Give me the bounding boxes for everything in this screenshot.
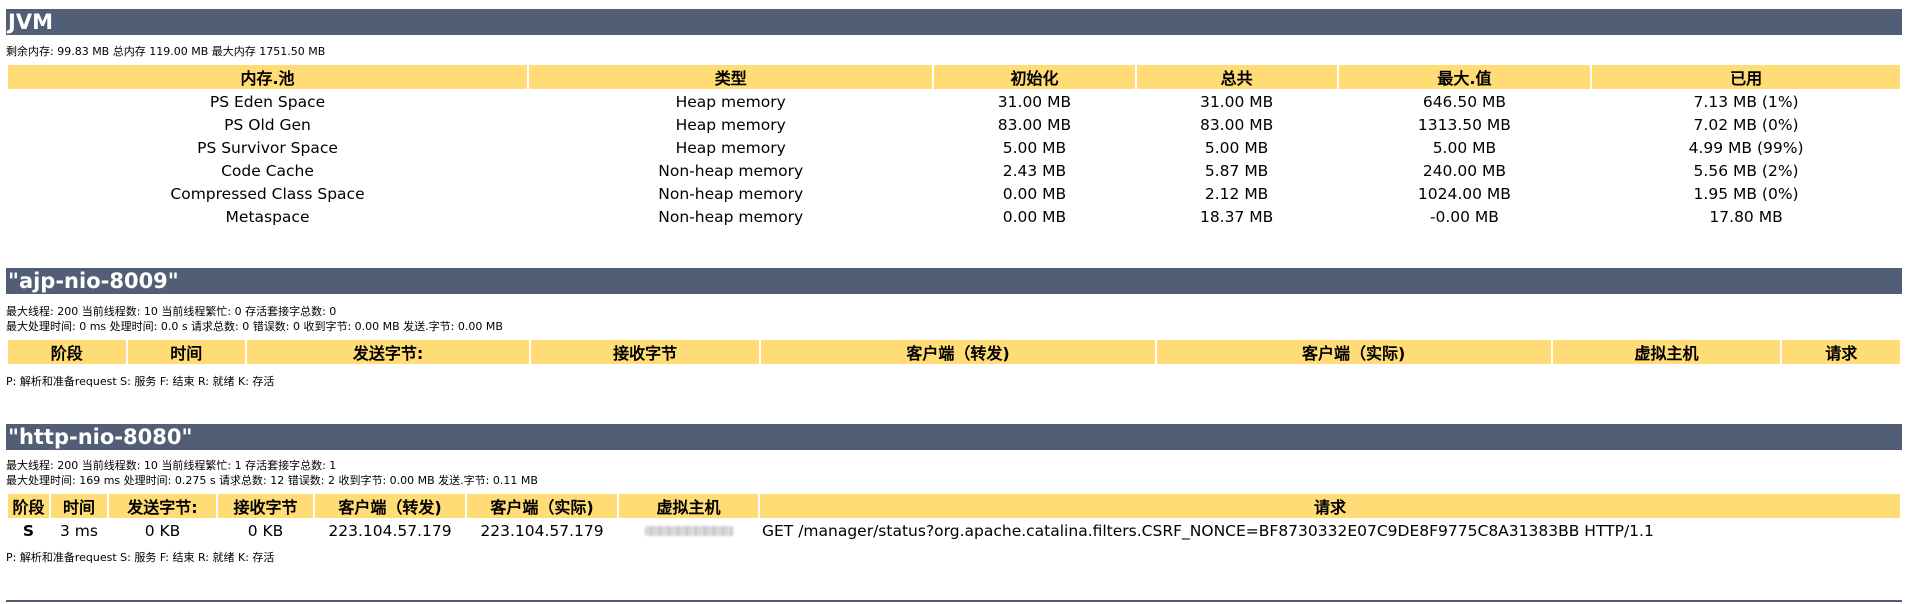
pool-name: PS Survivor Space bbox=[197, 138, 338, 157]
col-total: 总共 bbox=[1136, 65, 1337, 89]
pool-name: Compressed Class Space bbox=[170, 184, 365, 203]
pool-max: 646.50 MB bbox=[1422, 92, 1506, 111]
pool-total: 83.00 MB bbox=[1199, 115, 1274, 134]
col-bytes-received: 接收字节 bbox=[531, 340, 760, 364]
pool-type: Heap memory bbox=[675, 115, 786, 134]
pool-max: 1313.50 MB bbox=[1417, 115, 1511, 134]
memory-pool-header-row: 内存.池 类型 初始化 总共 最大.值 已用 bbox=[8, 65, 1900, 89]
pool-initial: 0.00 MB bbox=[1002, 207, 1067, 226]
bottom-divider bbox=[6, 600, 1902, 602]
col-maximum: 最大.值 bbox=[1338, 65, 1591, 89]
worker-bytes-received: 0 KB bbox=[247, 521, 284, 540]
pool-type: Non-heap memory bbox=[658, 161, 804, 180]
pool-name: PS Old Gen bbox=[224, 115, 311, 134]
pool-name: PS Eden Space bbox=[209, 92, 326, 111]
col-client-actual: 客户端（实际) bbox=[467, 494, 617, 518]
pool-type: Non-heap memory bbox=[658, 207, 804, 226]
pool-used: 5.56 MB (2%) bbox=[1693, 161, 1799, 180]
pool-max: -0.00 MB bbox=[1429, 207, 1499, 226]
pool-total: 5.87 MB bbox=[1204, 161, 1269, 180]
jvm-memory-summary: 剩余内存: 99.83 MB 总内存 119.00 MB 最大内存 1751.5… bbox=[6, 45, 326, 58]
pool-used: 1.95 MB (0%) bbox=[1693, 184, 1799, 203]
pool-max: 1024.00 MB bbox=[1417, 184, 1511, 203]
col-time: 时间 bbox=[51, 494, 107, 518]
redacted-host-image bbox=[644, 526, 733, 536]
table-row: PS Eden Space Heap memory 31.00 MB 31.00… bbox=[8, 91, 1900, 112]
pool-total: 31.00 MB bbox=[1199, 92, 1274, 111]
worker-virtual-host bbox=[619, 520, 758, 541]
ajp-connector-title: "ajp-nio-8009" bbox=[6, 268, 1902, 294]
col-virtual-host: 虚拟主机 bbox=[1552, 340, 1781, 364]
http-request-info: 最大处理时间: 169 ms 处理时间: 0.275 s 请求总数: 12 错误… bbox=[6, 474, 538, 487]
http-worker-table: 阶段 时间 发送字节: 接收字节 客户端（转发) 客户端（实际) 虚拟主机 请求… bbox=[6, 492, 1902, 543]
table-row: Compressed Class Space Non-heap memory 0… bbox=[8, 183, 1900, 204]
pool-used: 17.80 MB bbox=[1709, 207, 1783, 226]
table-row: PS Survivor Space Heap memory 5.00 MB 5.… bbox=[8, 137, 1900, 158]
pool-name: Metaspace bbox=[225, 207, 310, 226]
col-memory-pool: 内存.池 bbox=[8, 65, 528, 89]
table-row: S 3 ms 0 KB 0 KB 223.104.57.179 223.104.… bbox=[8, 520, 1900, 541]
pool-used: 4.99 MB (99%) bbox=[1688, 138, 1804, 157]
col-bytes-sent: 发送字节: bbox=[247, 340, 530, 364]
pool-total: 18.37 MB bbox=[1199, 207, 1274, 226]
pool-max: 240.00 MB bbox=[1422, 161, 1506, 180]
col-client-forwarded: 客户端（转发) bbox=[761, 340, 1155, 364]
col-client-actual: 客户端（实际) bbox=[1156, 340, 1551, 364]
ajp-thread-info: 最大线程: 200 当前线程数: 10 当前线程繁忙: 0 存活套接字总数: 0 bbox=[6, 305, 337, 318]
col-time: 时间 bbox=[127, 340, 245, 364]
ajp-request-info: 最大处理时间: 0 ms 处理时间: 0.0 s 请求总数: 0 错误数: 0 … bbox=[6, 320, 503, 333]
col-bytes-sent: 发送字节: bbox=[109, 494, 216, 518]
pool-type: Heap memory bbox=[675, 138, 786, 157]
table-row: Metaspace Non-heap memory 0.00 MB 18.37 … bbox=[8, 206, 1900, 227]
table-row: Code Cache Non-heap memory 2.43 MB 5.87 … bbox=[8, 160, 1900, 181]
worker-request: GET /manager/status?org.apache.catalina.… bbox=[762, 521, 1654, 540]
pool-total: 5.00 MB bbox=[1204, 138, 1269, 157]
ajp-connector-section: "ajp-nio-8009" 最大线程: 200 当前线程数: 10 当前线程繁… bbox=[6, 268, 1902, 389]
pool-initial: 2.43 MB bbox=[1002, 161, 1067, 180]
pool-max: 5.00 MB bbox=[1432, 138, 1497, 157]
http-stage-legend: P: 解析和准备request S: 服务 F: 结束 R: 就绪 K: 存活 bbox=[6, 551, 275, 564]
http-header-row: 阶段 时间 发送字节: 接收字节 客户端（转发) 客户端（实际) 虚拟主机 请求 bbox=[8, 494, 1900, 518]
jvm-section: JVM 剩余内存: 99.83 MB 总内存 119.00 MB 最大内存 17… bbox=[6, 9, 1902, 229]
worker-bytes-sent: 0 KB bbox=[144, 521, 181, 540]
http-thread-info: 最大线程: 200 当前线程数: 10 当前线程繁忙: 1 存活套接字总数: 1 bbox=[6, 459, 337, 472]
pool-used: 7.02 MB (0%) bbox=[1693, 115, 1799, 134]
pool-initial: 83.00 MB bbox=[997, 115, 1072, 134]
pool-initial: 5.00 MB bbox=[1002, 138, 1067, 157]
col-stage: 阶段 bbox=[8, 494, 49, 518]
pool-used: 7.13 MB (1%) bbox=[1693, 92, 1799, 111]
worker-client-actual: 223.104.57.179 bbox=[480, 521, 604, 540]
col-stage: 阶段 bbox=[8, 340, 126, 364]
pool-type: Heap memory bbox=[675, 92, 786, 111]
pool-total: 2.12 MB bbox=[1204, 184, 1269, 203]
table-row: PS Old Gen Heap memory 83.00 MB 83.00 MB… bbox=[8, 114, 1900, 135]
worker-stage: S bbox=[22, 521, 35, 540]
col-used: 已用 bbox=[1592, 65, 1900, 89]
col-type: 类型 bbox=[529, 65, 933, 89]
pool-name: Code Cache bbox=[221, 161, 314, 180]
pool-initial: 31.00 MB bbox=[997, 92, 1072, 111]
col-initial: 初始化 bbox=[934, 65, 1135, 89]
col-bytes-received: 接收字节 bbox=[218, 494, 313, 518]
http-connector-section: "http-nio-8080" 最大线程: 200 当前线程数: 10 当前线程… bbox=[6, 424, 1902, 565]
col-client-forwarded: 客户端（转发) bbox=[315, 494, 465, 518]
col-request: 请求 bbox=[1782, 340, 1900, 364]
jvm-title: JVM bbox=[6, 9, 1902, 35]
ajp-stage-legend: P: 解析和准备request S: 服务 F: 结束 R: 就绪 K: 存活 bbox=[6, 375, 275, 388]
ajp-header-row: 阶段 时间 发送字节: 接收字节 客户端（转发) 客户端（实际) 虚拟主机 请求 bbox=[8, 340, 1900, 364]
http-connector-title: "http-nio-8080" bbox=[6, 424, 1902, 450]
col-request: 请求 bbox=[760, 494, 1900, 518]
worker-time: 3 ms bbox=[60, 521, 98, 540]
col-virtual-host: 虚拟主机 bbox=[619, 494, 758, 518]
memory-pool-table: 内存.池 类型 初始化 总共 最大.值 已用 PS Eden Space Hea… bbox=[6, 63, 1902, 229]
worker-client-forwarded: 223.104.57.179 bbox=[328, 521, 452, 540]
ajp-worker-table: 阶段 时间 发送字节: 接收字节 客户端（转发) 客户端（实际) 虚拟主机 请求 bbox=[6, 338, 1902, 366]
pool-type: Non-heap memory bbox=[658, 184, 804, 203]
pool-initial: 0.00 MB bbox=[1002, 184, 1067, 203]
